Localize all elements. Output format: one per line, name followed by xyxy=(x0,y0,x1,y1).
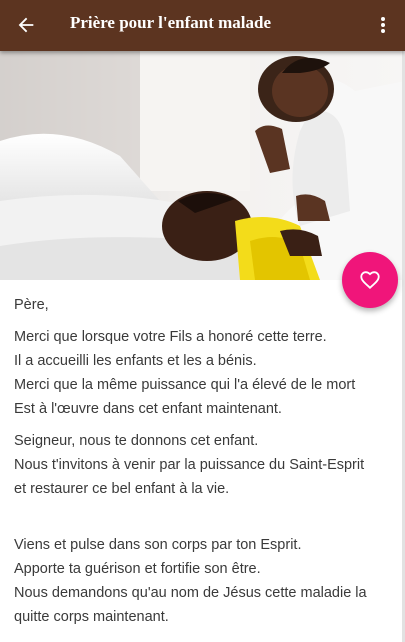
back-button[interactable] xyxy=(10,10,42,40)
more-options-button[interactable] xyxy=(371,11,395,39)
salutation: Père, xyxy=(14,297,49,313)
prayer-line: Nous t'invitons à venir par la puissance… xyxy=(14,457,365,473)
prayer-line: Nous demandons qu'au nom de Jésus cette … xyxy=(14,585,367,601)
more-vertical-icon xyxy=(381,17,385,33)
prayer-line: Est à l'œuvre dans cet enfant maintenant… xyxy=(14,401,282,417)
praying-mother-illustration xyxy=(0,51,405,280)
prayer-line: Apporte ta guérison et fortifie son être… xyxy=(14,561,261,577)
heart-outline-icon xyxy=(360,271,380,290)
stanza-2: Seigneur, nous te donnons cet enfant. No… xyxy=(14,429,394,501)
prayer-line: Il a accueilli les enfants et les a béni… xyxy=(14,353,257,369)
page-title: Prière pour l'enfant malade xyxy=(70,13,271,32)
app-bar: Prière pour l'enfant malade xyxy=(0,0,405,51)
prayer-line: et restaurer ce bel enfant à la vie. xyxy=(14,481,230,497)
prayer-line: Merci que la même puissance qui l'a élev… xyxy=(14,377,356,393)
prayer-line: quitte corps maintenant. xyxy=(14,609,169,625)
hero-image xyxy=(0,51,405,280)
favorite-button[interactable] xyxy=(342,252,398,308)
prayer-line: Seigneur, nous te donnons cet enfant. xyxy=(14,433,259,449)
prayer-text: Père, Merci que lorsque votre Fils a hon… xyxy=(14,293,394,637)
arrow-back-icon xyxy=(18,17,34,33)
prayer-line: Merci que lorsque votre Fils a honoré ce… xyxy=(14,329,327,345)
prayer-line: Viens et pulse dans son corps par ton Es… xyxy=(14,537,302,553)
stanza-3: Viens et pulse dans son corps par ton Es… xyxy=(14,533,394,629)
stanza-1: Merci que lorsque votre Fils a honoré ce… xyxy=(14,325,394,421)
